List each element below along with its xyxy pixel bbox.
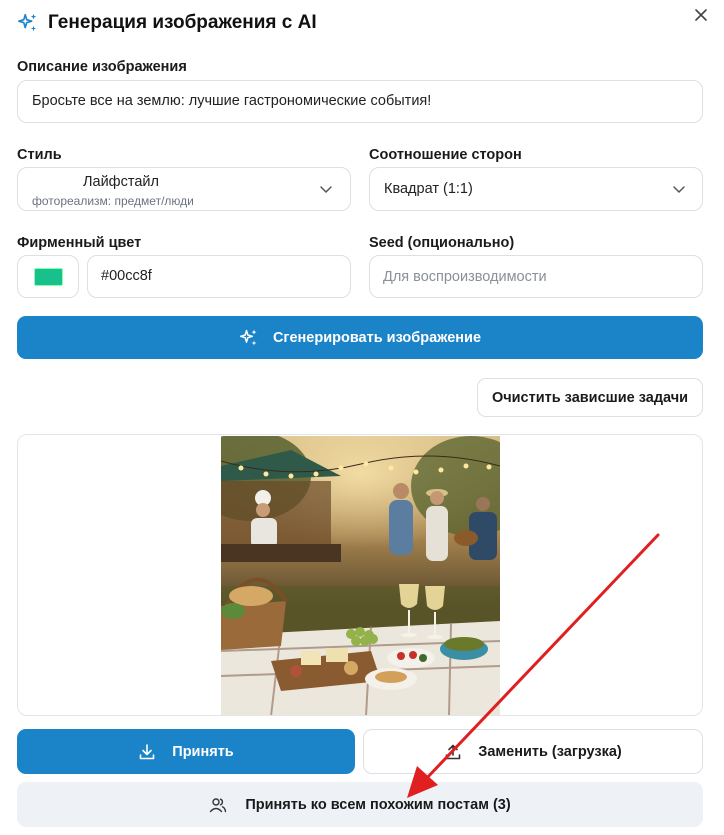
dialog-header: Генерация изображения с AI xyxy=(17,12,317,34)
close-icon[interactable] xyxy=(692,6,710,24)
sparkles-icon xyxy=(18,13,37,32)
aspect-value: Квадрат (1:1) xyxy=(384,181,473,197)
brand-color-value: #00cc8f xyxy=(101,268,152,284)
description-input[interactable]: Бросьте все на землю: лучшие гастрономич… xyxy=(17,80,703,123)
generate-label: Сгенерировать изображение xyxy=(272,329,482,346)
accept-all-label: Принять ко всем похожим постам (3) xyxy=(245,796,511,813)
image-preview-panel xyxy=(17,434,703,716)
style-value: Лайфстайл xyxy=(83,174,159,190)
dialog-title: Генерация изображения с AI xyxy=(48,12,317,33)
accept-to-all-similar-button[interactable]: Принять ко всем похожим постам (3) xyxy=(17,782,703,827)
seed-label: Seed (опционально) xyxy=(369,235,515,251)
clear-stuck-tasks-button[interactable]: Очистить зависшие задачи xyxy=(477,378,703,417)
aspect-label: Соотношение сторон xyxy=(369,147,522,163)
generated-image xyxy=(221,436,500,715)
style-label: Стиль xyxy=(17,147,62,163)
seed-input[interactable]: Для воспроизводимости xyxy=(369,255,703,298)
sparkles-icon xyxy=(239,329,257,345)
aspect-select[interactable]: Квадрат (1:1) xyxy=(369,167,703,211)
upload-icon xyxy=(445,744,461,759)
color-swatch xyxy=(34,268,63,286)
color-picker-button[interactable] xyxy=(17,255,79,298)
replace-label: Заменить (загрузка) xyxy=(478,743,622,760)
download-icon xyxy=(139,743,155,759)
generate-image-button[interactable]: Сгенерировать изображение xyxy=(17,316,703,359)
replace-upload-button[interactable]: Заменить (загрузка) xyxy=(363,729,703,774)
style-select[interactable]: Лайфстайл фотореализм: предмет/люди xyxy=(17,167,351,211)
brand-color-input[interactable]: #00cc8f xyxy=(87,255,351,298)
description-value: Бросьте все на землю: лучшие гастрономич… xyxy=(32,93,432,109)
chevron-down-icon xyxy=(320,186,332,193)
chevron-down-icon xyxy=(673,186,685,193)
brand-color-label: Фирменный цвет xyxy=(17,235,142,251)
description-label: Описание изображения xyxy=(17,59,187,75)
seed-placeholder: Для воспроизводимости xyxy=(383,269,547,285)
clear-label: Очистить зависшие задачи xyxy=(491,389,689,406)
style-subtitle: фотореализм: предмет/люди xyxy=(32,194,194,208)
users-icon xyxy=(210,797,227,812)
accept-button[interactable]: Принять xyxy=(17,729,355,774)
accept-label: Принять xyxy=(172,743,234,760)
